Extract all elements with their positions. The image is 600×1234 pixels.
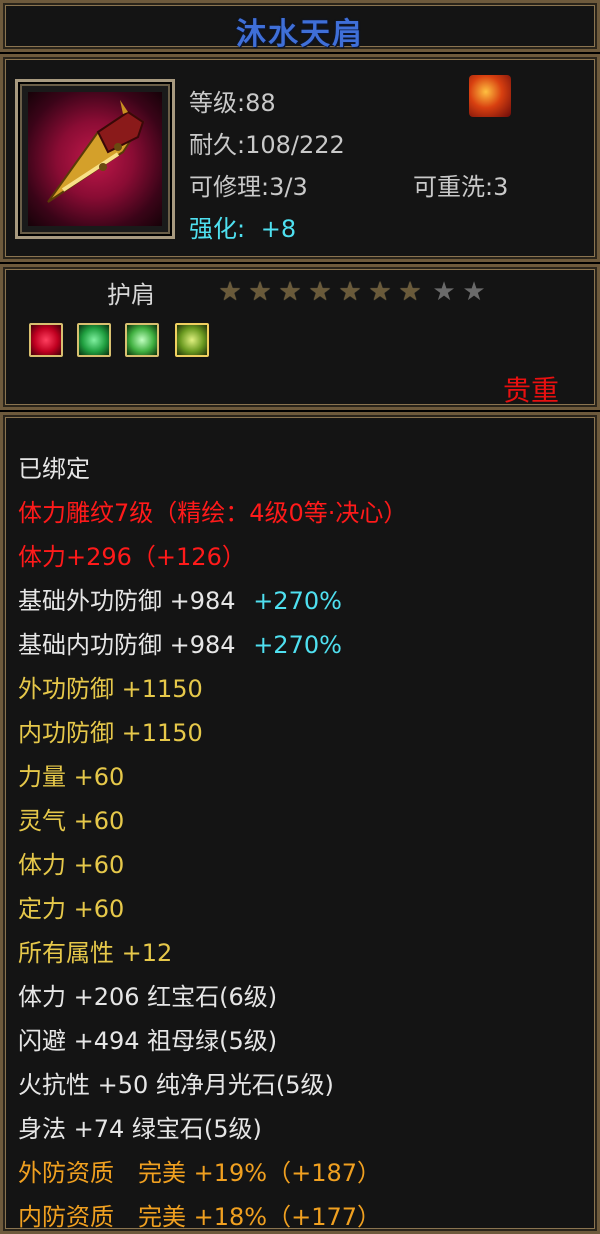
moonstone-gem-icon[interactable] (175, 323, 209, 357)
enhance-value: +8 (260, 215, 297, 243)
star-icon: ★ (278, 277, 302, 307)
shoulder-armor-icon (28, 92, 162, 226)
engrave-attribute: 体力雕纹7级（精绘：4级0等·决心） (18, 499, 408, 527)
attribute-bonus: +270% (253, 631, 342, 659)
gem-attribute-emerald: 闪避 +494 祖母绿(5级) (18, 1027, 278, 1055)
focus: 定力 +60 (18, 895, 125, 923)
star-empty-icon: ★ (432, 277, 456, 307)
star-icon: ★ (398, 277, 422, 307)
rarity-label: 贵重 (502, 374, 559, 407)
star-icon: ★ (308, 277, 332, 307)
star-empty-icon: ★ (462, 277, 486, 307)
stamina: 体力 +60 (18, 851, 125, 879)
emerald-gem-icon[interactable] (77, 323, 111, 357)
set-flame-icon[interactable] (469, 75, 511, 117)
enhance-label: 强化: (189, 215, 246, 243)
star-icon: ★ (338, 277, 362, 307)
gem-attribute-moonstone: 火抗性 +50 纯净月光石(5级) (18, 1071, 334, 1099)
item-type-panel: 护肩 ★ ★ ★ ★ ★ ★ ★ ★ ★ 贵重 (0, 264, 600, 410)
item-rewash-count: 可重洗:3 (413, 173, 509, 201)
attribute-text: 基础内功防御 +984 (18, 631, 236, 659)
attribute-text: 基础外功防御 +984 (18, 587, 236, 615)
gem-attribute-ruby: 体力 +206 红宝石(6级) (18, 983, 278, 1011)
outer-defense-quality: 外防资质 完美 +19%（+187） (18, 1159, 381, 1187)
stamina-total-attribute: 体力+296（+126） (18, 543, 246, 571)
outer-defense: 外功防御 +1150 (18, 675, 203, 703)
base-outer-defense: 基础外功防御 +984 +270% (18, 581, 342, 616)
inner-defense: 内功防御 +1150 (18, 719, 203, 747)
strength: 力量 +60 (18, 763, 125, 791)
item-level: 等级:88 (189, 89, 276, 117)
green-gem-icon[interactable] (125, 323, 159, 357)
gem-attribute-green: 身法 +74 绿宝石(5级) (18, 1115, 262, 1143)
item-name: 沐水天肩 (236, 17, 364, 52)
item-info-panel: 等级:88 耐久:108/222 可修理:3/3 可重洗:3 强化: +8 (0, 54, 600, 262)
item-icon-frame[interactable] (15, 79, 175, 239)
item-enhance: 强化: +8 (189, 209, 296, 244)
bind-status: 已绑定 (18, 455, 90, 483)
all-attributes: 所有属性 +12 (18, 939, 173, 967)
item-repair-count: 可修理:3/3 (189, 173, 308, 201)
star-icon: ★ (248, 277, 272, 307)
attribute-bonus: +270% (253, 587, 342, 615)
item-type-label: 护肩 (107, 281, 155, 309)
attribute-panel: 已绑定 体力雕纹7级（精绘：4级0等·决心） 体力+296（+126） 基础外功… (0, 412, 600, 1234)
item-durability: 耐久:108/222 (189, 131, 345, 159)
star-icon: ★ (218, 277, 242, 307)
inner-defense-quality: 内防资质 完美 +18%（+177） (18, 1203, 381, 1231)
base-inner-defense: 基础内功防御 +984 +270% (18, 625, 342, 660)
spirit: 灵气 +60 (18, 807, 125, 835)
title-bar: 沐水天肩 (0, 0, 600, 52)
star-icon: ★ (368, 277, 392, 307)
ruby-gem-icon[interactable] (29, 323, 63, 357)
